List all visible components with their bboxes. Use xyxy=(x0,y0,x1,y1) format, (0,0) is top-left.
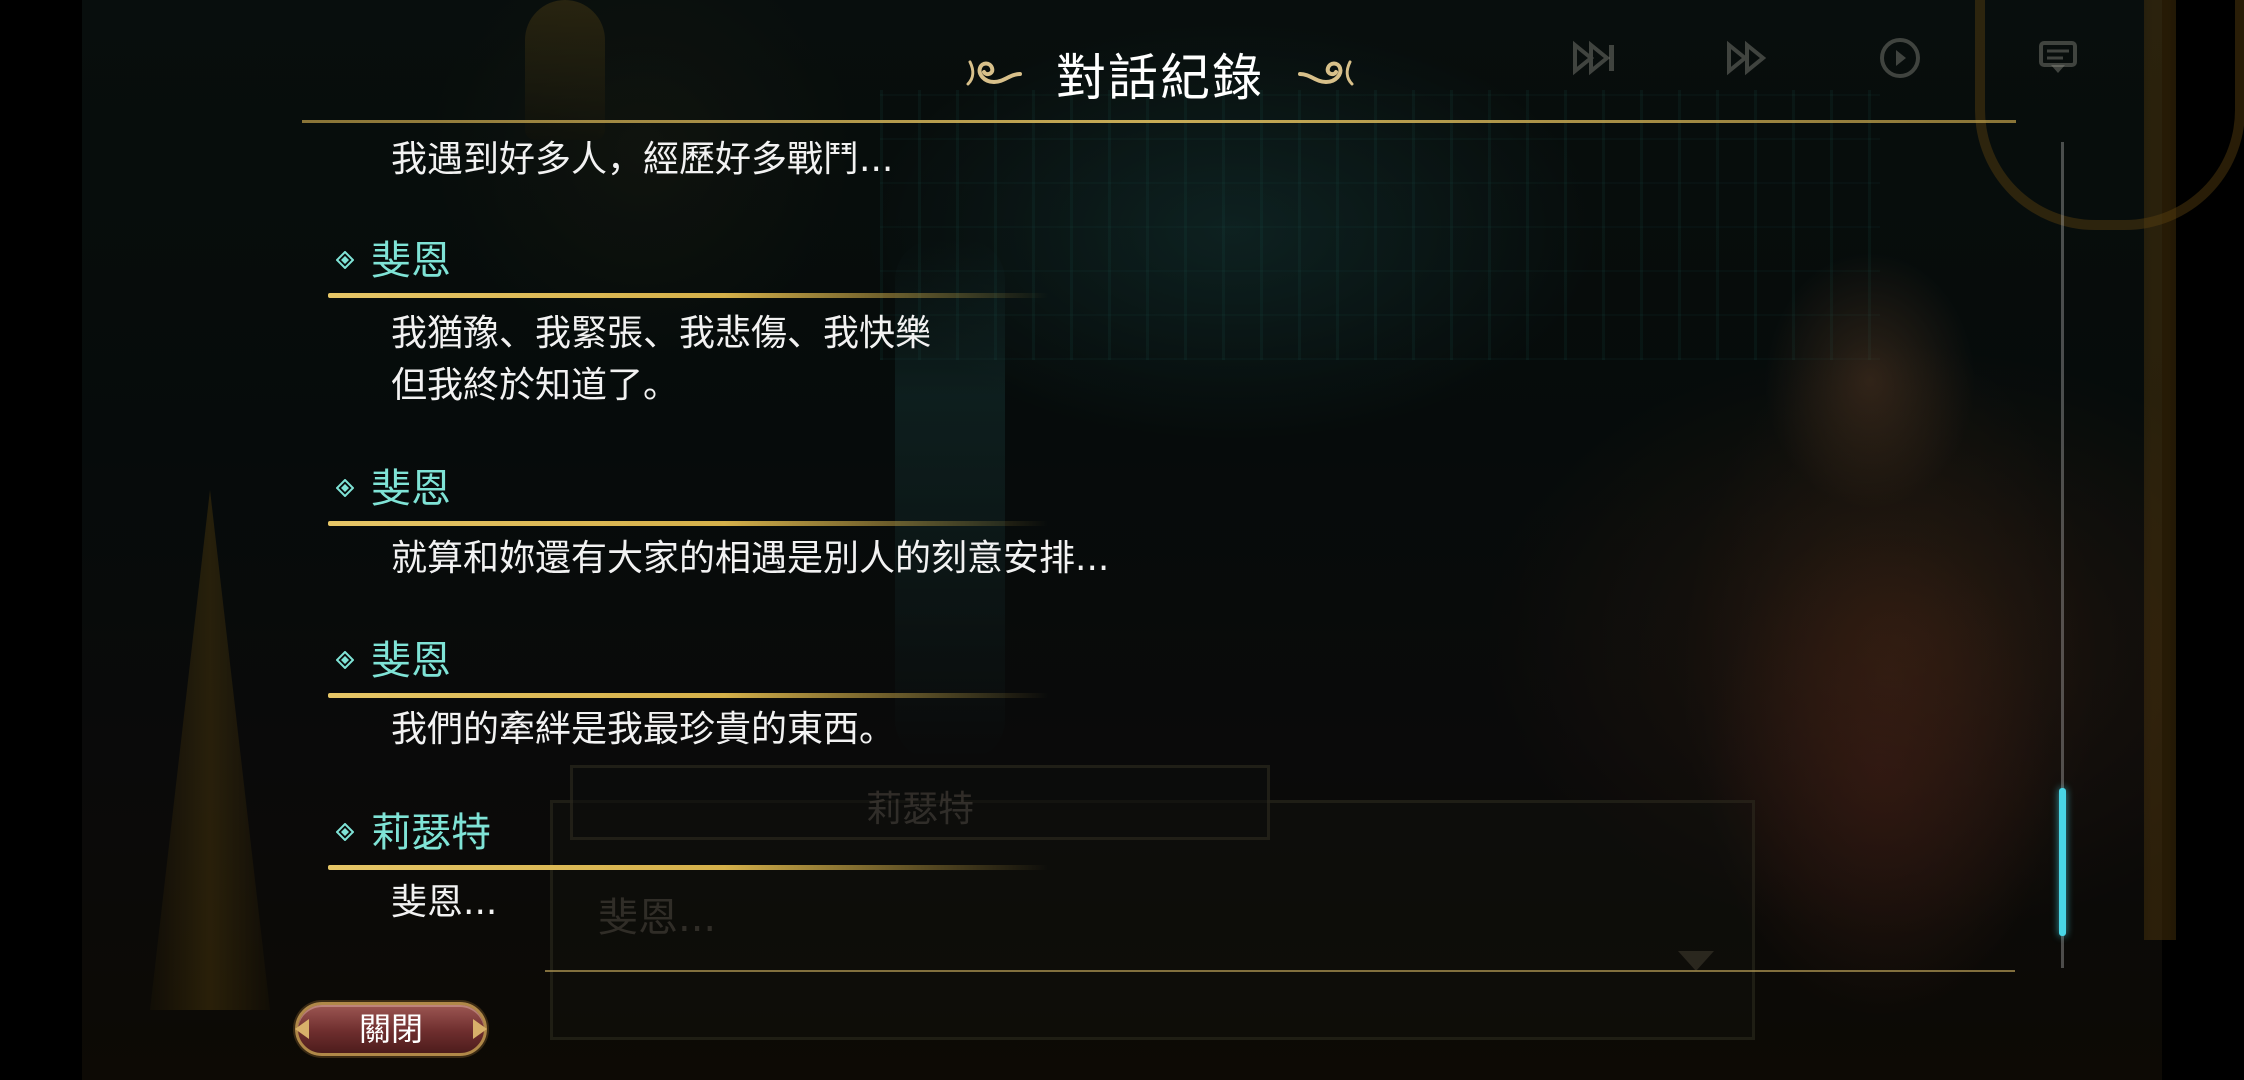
close-button[interactable]: 關閉 xyxy=(295,1002,487,1056)
log-speaker-header: 斐恩 xyxy=(326,236,1048,302)
close-button-label: 關閉 xyxy=(358,1010,423,1048)
speaker-diamond-icon xyxy=(336,479,354,497)
speaker-name: 斐恩 xyxy=(371,638,451,684)
log-line: 我遇到好多人，經歷好多戰鬥... xyxy=(391,139,894,180)
game-screen: 斐恩... 莉瑟特 對話紀錄 我遇到好多人，經歷好多戰鬥... 斐恩 我猶豫、我… xyxy=(0,0,2244,1080)
log-speaker-header: 斐恩 xyxy=(326,636,1048,702)
footer-divider xyxy=(545,970,2015,972)
log-line: 我猶豫、我緊張、我悲傷、我快樂 xyxy=(391,313,932,354)
speaker-diamond-icon xyxy=(336,651,354,669)
speaker-name: 莉瑟特 xyxy=(371,810,491,856)
fast-forward-icon xyxy=(1718,28,1778,88)
log-line: 我們的牽絆是我最珍貴的東西。 xyxy=(391,709,896,750)
log-speaker-header: 斐恩 xyxy=(326,464,1048,530)
speaker-diamond-icon xyxy=(336,251,354,269)
log-icon xyxy=(2028,28,2088,88)
speaker-name: 斐恩 xyxy=(371,466,451,512)
log-scrollbar-thumb[interactable] xyxy=(2059,788,2066,936)
speaker-underline xyxy=(328,865,1048,870)
log-line: 斐恩... xyxy=(391,882,498,923)
log-line: 就算和妳還有大家的相遇是別人的刻意安排... xyxy=(391,538,1110,579)
speaker-underline xyxy=(328,693,1048,698)
dialog-log-list[interactable]: 我遇到好多人，經歷好多戰鬥... 斐恩 我猶豫、我緊張、我悲傷、我快樂 但我終於… xyxy=(326,0,1726,1080)
auto-play-icon xyxy=(1870,28,1930,88)
log-speaker-header: 莉瑟特 xyxy=(326,808,1048,874)
speaker-diamond-icon xyxy=(336,823,354,841)
log-line: 但我終於知道了。 xyxy=(391,365,680,406)
speaker-underline xyxy=(328,521,1048,526)
speaker-name: 斐恩 xyxy=(371,238,451,284)
speaker-underline xyxy=(328,293,1048,298)
